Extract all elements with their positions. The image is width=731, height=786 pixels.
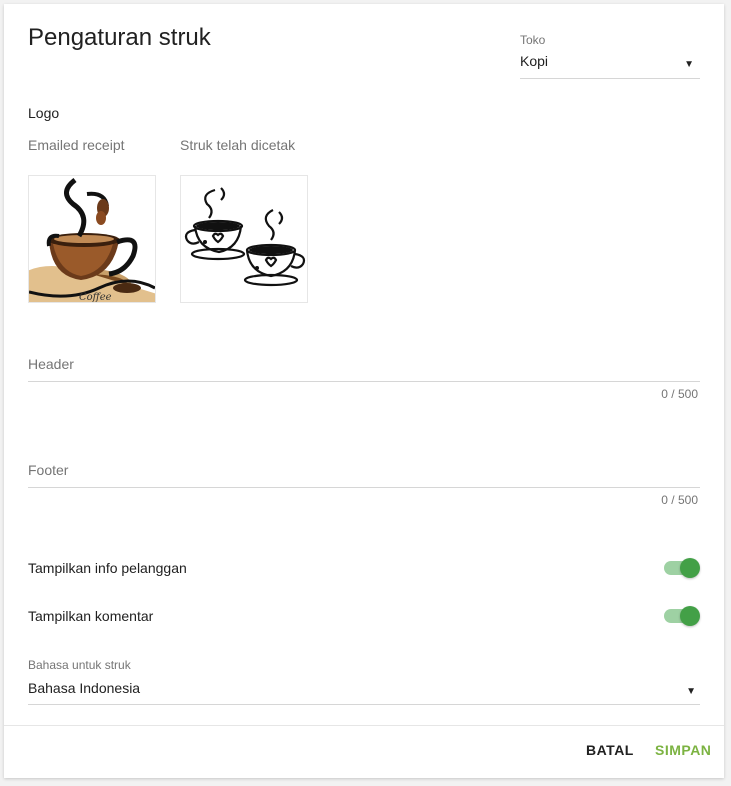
receipt-language-select[interactable]: Bahasa untuk struk Bahasa Indonesia ▼	[28, 658, 700, 705]
save-button[interactable]: SIMPAN	[655, 742, 711, 758]
coffee-cup-image: Coffee	[29, 178, 155, 302]
footer-char-counter: 0 / 500	[661, 493, 698, 507]
header-input[interactable]: Header	[28, 356, 700, 382]
two-coffee-cups-image	[184, 187, 306, 287]
cancel-button[interactable]: BATAL	[586, 742, 634, 758]
dialog-title: Pengaturan struk	[28, 24, 211, 51]
customer-info-label: Tampilkan info pelanggan	[28, 560, 187, 576]
store-select-label: Toko	[520, 33, 546, 47]
header-placeholder: Header	[28, 356, 74, 372]
emailed-receipt-logo[interactable]: Coffee	[28, 175, 156, 303]
comments-toggle[interactable]	[664, 604, 700, 628]
header-underline	[28, 381, 700, 382]
toggle-row-customer-info: Tampilkan info pelanggan	[28, 556, 700, 580]
printed-receipt-label: Struk telah dicetak	[180, 137, 296, 153]
receipt-language-value: Bahasa Indonesia	[28, 680, 141, 696]
receipt-settings-dialog: Pengaturan struk Toko Kopi ▼ Logo Emaile…	[4, 4, 724, 778]
emailed-receipt-label: Emailed receipt	[28, 137, 125, 153]
logo-heading: Logo	[28, 105, 60, 121]
footer-placeholder: Footer	[28, 462, 69, 478]
customer-info-toggle[interactable]	[664, 556, 700, 580]
footer-divider	[4, 725, 724, 726]
receipt-language-underline	[28, 704, 700, 705]
header-char-counter: 0 / 500	[661, 387, 698, 401]
comments-label: Tampilkan komentar	[28, 608, 154, 624]
printed-receipt-logo[interactable]	[180, 175, 308, 303]
receipt-language-label: Bahasa untuk struk	[28, 658, 131, 672]
svg-text:Coffee: Coffee	[79, 292, 112, 302]
toggle-knob	[680, 558, 700, 578]
toggle-knob	[680, 606, 700, 626]
toggle-row-comments: Tampilkan komentar	[28, 604, 700, 628]
store-select-underline	[520, 78, 700, 79]
dropdown-arrow-icon: ▼	[686, 686, 696, 697]
dropdown-arrow-icon: ▼	[684, 59, 694, 70]
store-select[interactable]: Toko Kopi ▼	[520, 33, 700, 79]
footer-input[interactable]: Footer	[28, 462, 700, 488]
footer-underline	[28, 487, 700, 488]
store-select-value: Kopi	[520, 53, 549, 69]
